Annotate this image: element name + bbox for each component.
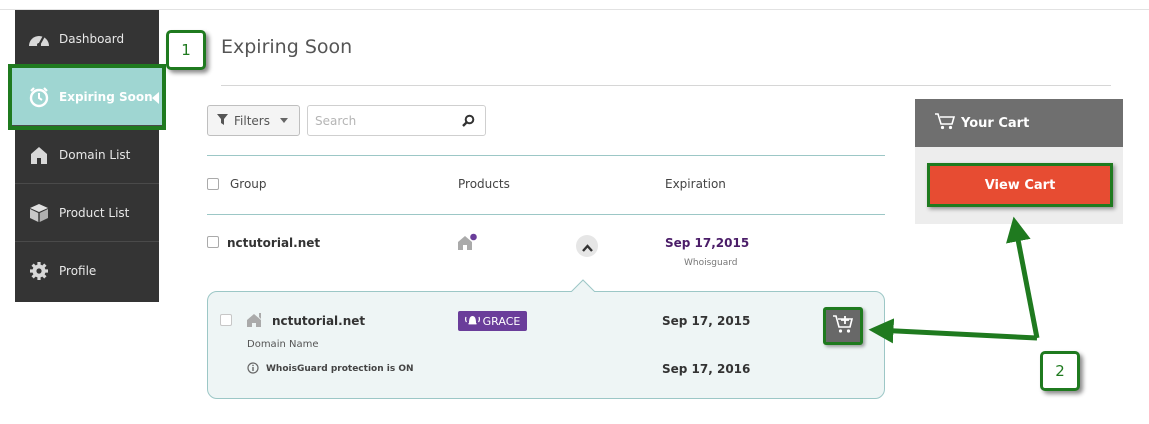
arrow-to-view-cart [1006, 216, 1040, 339]
callout-number: 2 [1055, 362, 1065, 380]
annotation-arrows [868, 216, 1040, 344]
annotation-callout-2: 2 [1040, 351, 1080, 391]
arrow-to-add-cart [868, 318, 1038, 344]
